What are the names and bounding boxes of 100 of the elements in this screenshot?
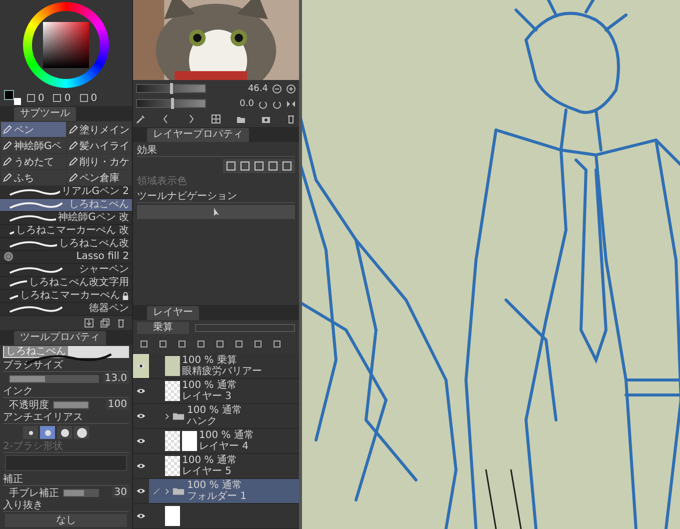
eye-icon[interactable] (136, 412, 146, 420)
layer-name: ハンク (187, 416, 218, 427)
subtool-group-button[interactable]: 塗りメイン (66, 122, 131, 137)
stabilization-value[interactable]: 30 (112, 487, 129, 498)
brush-size-value[interactable]: 13.0 (102, 373, 129, 384)
opacity-value[interactable]: 100 (106, 399, 129, 410)
main-color-swatch[interactable] (4, 90, 14, 100)
subtool-group-button[interactable]: ふち (1, 170, 66, 185)
layer-thumbnail (165, 381, 180, 401)
blend-mode-dropdown[interactable]: 乗算 (137, 322, 189, 334)
stabilization-slider[interactable] (63, 488, 99, 496)
copy-icon[interactable] (100, 318, 110, 328)
sub-color-swatch[interactable] (14, 98, 21, 105)
preview-label: しろねこぺん (4, 346, 68, 357)
section-label: 補正 (3, 474, 129, 486)
channel-icon (27, 94, 35, 102)
brush-stroke-icon (8, 200, 64, 210)
subtool-group-button[interactable]: 削り・カケ (66, 154, 131, 169)
layer-name: レイヤー 4 (199, 441, 250, 452)
section-label: 効果 (137, 145, 295, 157)
color-square[interactable] (43, 22, 89, 68)
layer-row[interactable]: 100 % 通常 レイヤー 3 (133, 379, 299, 404)
layer-row[interactable]: 100 % 通常 フォルダー 1 (133, 479, 299, 504)
subtool-group-button[interactable]: ペン (1, 122, 66, 137)
download-icon[interactable] (84, 318, 94, 328)
brush-item[interactable]: しろねこぺん改 (0, 238, 132, 251)
brush-item[interactable]: シャーペン (0, 264, 132, 277)
brush-item[interactable]: しろねこぺん改文字用 (0, 277, 132, 290)
brush-item[interactable]: しろねこマーカーぺん 改 (0, 225, 132, 238)
slider-thumb[interactable] (170, 83, 173, 94)
eye-icon[interactable] (136, 462, 146, 470)
subtool-group-button[interactable]: 髪ハイライ (66, 138, 131, 153)
taper-dropdown[interactable]: なし (5, 514, 127, 527)
section-label: ブラシサイズ (3, 360, 129, 372)
pen-icon (68, 172, 78, 183)
section-label: アンチエイリアス (3, 412, 129, 424)
layer-blend-mode: 100 % 通常 (187, 405, 242, 416)
mask-thumbnail (182, 431, 197, 451)
color-value: 0 (64, 92, 71, 104)
stabilization-label: 手ブレ補正 (9, 486, 59, 500)
brush-stroke-icon (8, 265, 64, 275)
brush-item[interactable]: 徳器ペン (0, 303, 132, 316)
brush-item[interactable]: リアルGペン 2 (0, 186, 132, 199)
trash-icon[interactable] (286, 114, 296, 124)
subtool-group-button[interactable]: ペン倉庫 (66, 170, 131, 185)
layer-row[interactable]: 100 % 通常 ハンク (133, 404, 299, 429)
layer-row[interactable]: 100 % 通常 レイヤー 4 (133, 429, 299, 454)
layer-blend-mode: 100 % 通常 (182, 455, 237, 466)
layer-blend-mode: 100 % 乗算 (182, 355, 238, 366)
eyedropper-icon[interactable] (136, 114, 146, 124)
rotate-left-icon[interactable] (258, 98, 268, 108)
layer-blend-mode: 100 % 通常 (182, 380, 237, 391)
expand-chevron-icon[interactable] (165, 412, 170, 420)
brush-item[interactable]: しろねこぺん (0, 199, 132, 212)
layer-opacity-field[interactable] (195, 324, 295, 332)
antialias-option[interactable] (23, 426, 38, 439)
pen-icon (2, 140, 13, 151)
layer-tab[interactable]: レイヤー (147, 306, 199, 320)
zoom-slider[interactable] (136, 84, 206, 93)
zoom-in-icon[interactable] (286, 84, 296, 94)
channel-icon (80, 94, 88, 102)
brush-stroke-icon (8, 304, 64, 314)
eye-icon[interactable] (136, 512, 146, 520)
pen-icon (68, 140, 78, 151)
subtool-group-button[interactable]: うめたて (1, 154, 66, 169)
layer-blend-mode: 100 % 通常 (187, 480, 243, 491)
brush-item[interactable]: しろねこマーカーぺん (0, 290, 132, 303)
brush-item[interactable]: 神絵師Gペン 改 (0, 212, 132, 225)
eye-icon[interactable] (136, 387, 146, 395)
opacity-label: 不透明度 (9, 398, 49, 412)
tool-property-tab[interactable]: ツールプロパティ (14, 331, 106, 345)
rotate-value: 0.0 (240, 98, 254, 108)
layer-row[interactable]: 100 % 通常 レイヤー 5 (133, 454, 299, 479)
effect-toolbar[interactable] (223, 159, 295, 173)
zoom-out-icon[interactable] (272, 84, 282, 94)
subtool-group-button[interactable]: 神絵師Gペ (1, 138, 66, 153)
layer-thumbnail (165, 506, 180, 526)
rotate-right-icon[interactable] (272, 98, 282, 108)
eye-icon[interactable] (136, 487, 146, 495)
folder-icon (172, 486, 185, 496)
antialias-option[interactable] (74, 426, 89, 439)
eye-icon[interactable] (136, 437, 146, 445)
pen-icon (2, 172, 13, 183)
layer-property-tab[interactable]: レイヤープロパティ (147, 128, 249, 142)
section-label: ツールナビゲーション (137, 191, 295, 203)
rotate-slider[interactable] (136, 99, 206, 108)
brush-size-slider[interactable] (9, 374, 99, 382)
brush-item[interactable]: Lasso fill 2 (0, 251, 132, 264)
slider-thumb[interactable] (171, 98, 174, 109)
layer-name: 眼精疲労バリアー (182, 366, 262, 377)
subtool-tab[interactable]: サブツール (14, 107, 76, 121)
layer-name: フォルダー 1 (187, 491, 247, 502)
trash-icon[interactable] (116, 318, 126, 328)
expand-chevron-icon[interactable] (165, 486, 170, 496)
section-label: インク (3, 386, 129, 398)
grid-icon[interactable] (211, 114, 221, 124)
flip-icon[interactable] (286, 98, 296, 108)
antialias-option[interactable] (57, 426, 72, 439)
eye-icon[interactable] (136, 362, 146, 370)
layer-row[interactable]: 100 % 乗算 眼精疲労バリアー (133, 354, 299, 379)
